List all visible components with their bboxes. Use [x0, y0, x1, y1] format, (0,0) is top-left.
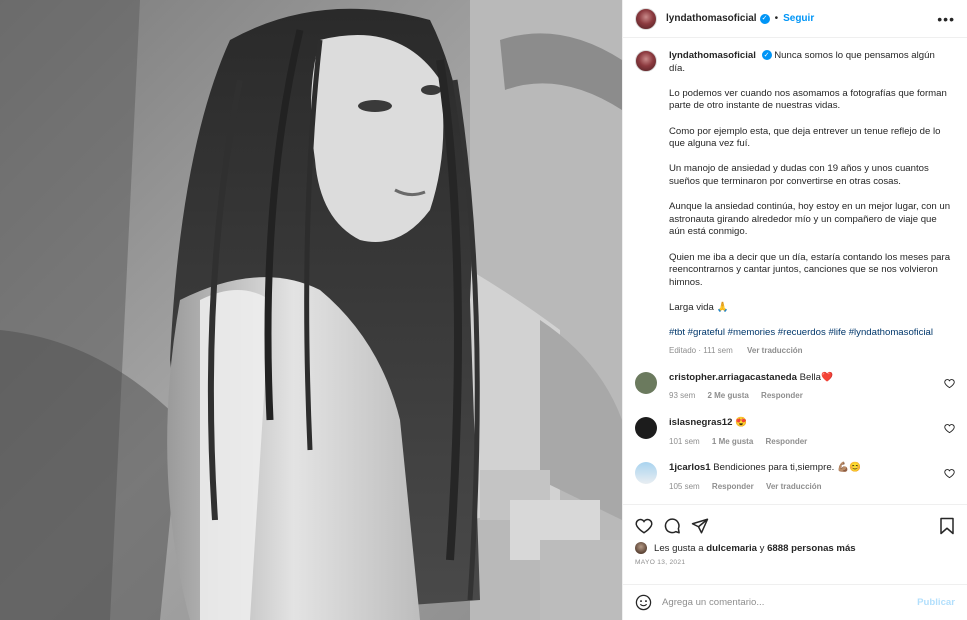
bookmark-icon[interactable] — [939, 517, 955, 535]
instagram-post-window: lyndathomasoficial ✓ • Seguir ••• lyndat… — [0, 0, 967, 620]
caption-paragraph: Como por ejemplo esta, que deja entrever… — [669, 125, 941, 150]
caption-meta: Editado · 111 sem Ver traducción — [669, 345, 951, 358]
post-date: MAYO 13, 2021 — [635, 559, 686, 566]
comment-likes[interactable]: 1 Me gusta — [712, 437, 753, 446]
comment-username[interactable]: 1jcarlos1 — [669, 462, 711, 473]
likes-count[interactable]: 6888 personas más — [767, 543, 856, 554]
comment-item: 1jcarlos1 Bendiciones para ti,siempre. 💪… — [635, 462, 955, 493]
likes-summary: Les gusta a dulcemaria y 6888 personas m… — [635, 542, 955, 554]
avatar[interactable] — [635, 7, 657, 30]
comment-likes[interactable]: 2 Me gusta — [707, 391, 748, 400]
comment-item: cristopher.arriagacastaneda Bella❤️ 93 s… — [635, 371, 955, 403]
verified-badge-icon: ✓ — [759, 13, 770, 24]
post-side-panel: lyndathomasoficial ✓ • Seguir ••• lyndat… — [622, 0, 967, 620]
comment-username[interactable]: islasnegras12 — [669, 417, 732, 428]
header-username[interactable]: lyndathomasoficial — [666, 13, 757, 24]
photo-illustration — [0, 0, 622, 620]
verified-badge-icon: ✓ — [761, 50, 772, 61]
caption-paragraph: Lo podemos ver cuando nos asomamos a fot… — [669, 87, 947, 112]
separator-dot: • — [774, 13, 779, 24]
heart-icon[interactable] — [635, 517, 653, 535]
publish-button[interactable]: Publicar — [917, 597, 955, 608]
comment-meta: 105 sem Responder Ver traducción — [669, 481, 939, 494]
comment-time: 105 sem — [669, 481, 700, 491]
comment-body: islasnegras12 😍 101 sem 1 Me gusta Respo… — [669, 417, 939, 448]
post-actions-section: Les gusta a dulcemaria y 6888 personas m… — [623, 504, 967, 584]
caption: lyndathomasoficial ✓ Nunca somos lo que … — [635, 50, 955, 358]
comment-meta: 101 sem 1 Me gusta Responder — [669, 436, 939, 449]
comment-time: 101 sem — [669, 436, 700, 446]
reply-button[interactable]: Responder — [712, 482, 754, 491]
comment-text: Bella❤️ — [799, 371, 833, 383]
liker-username[interactable]: dulcemaria — [706, 543, 757, 554]
comment-username[interactable]: cristopher.arriagacastaneda — [669, 372, 797, 383]
comment-avatar[interactable] — [635, 462, 657, 485]
share-icon[interactable] — [691, 517, 709, 535]
caption-body: lyndathomasoficial ✓ Nunca somos lo que … — [669, 50, 951, 358]
caption-paragraph: Aunque la ansiedad continúa, hoy estoy e… — [669, 201, 951, 238]
post-header: lyndathomasoficial ✓ • Seguir ••• — [623, 0, 967, 38]
liker-avatar[interactable] — [635, 542, 647, 554]
comments-scroll-area[interactable]: lyndathomasoficial ✓ Nunca somos lo que … — [623, 38, 967, 504]
comment-avatar[interactable] — [635, 371, 657, 394]
comment-like-heart-icon[interactable] — [944, 468, 955, 479]
caption-avatar[interactable] — [635, 50, 657, 72]
comment-item: islasnegras12 😍 101 sem 1 Me gusta Respo… — [635, 417, 955, 448]
caption-edited: Editado · 111 sem — [669, 346, 733, 356]
comment-time: 93 sem — [669, 391, 696, 401]
comment-like-heart-icon[interactable] — [944, 423, 955, 434]
follow-button[interactable]: Seguir — [783, 13, 814, 24]
comment-icon[interactable] — [663, 517, 681, 535]
more-horizontal-icon[interactable]: ••• — [937, 11, 955, 27]
comment-body: cristopher.arriagacastaneda Bella❤️ 93 s… — [669, 372, 939, 403]
action-bar — [635, 515, 955, 537]
emoji-icon[interactable] — [635, 594, 652, 611]
post-photo[interactable] — [0, 0, 622, 620]
caption-username[interactable]: lyndathomasoficial — [669, 50, 756, 61]
reply-button[interactable]: Responder — [761, 391, 803, 400]
caption-paragraph: Larga vida 🙏 — [669, 301, 729, 313]
comment-meta: 93 sem 2 Me gusta Responder — [669, 390, 939, 403]
caption-hashtags[interactable]: #tbt #grateful #memories #recuerdos #lif… — [669, 327, 951, 340]
add-comment-bar: Publicar — [623, 584, 967, 620]
see-translation-link[interactable]: Ver traducción — [766, 482, 822, 491]
comment-input[interactable] — [662, 597, 918, 608]
comment-avatar[interactable] — [635, 417, 657, 440]
comment-text: 😍 — [735, 417, 748, 429]
see-translation-link[interactable]: Ver traducción — [747, 346, 803, 355]
comment-text: Bendiciones para ti,siempre. 💪🏽😊 — [713, 462, 861, 474]
comment-body: 1jcarlos1 Bendiciones para ti,siempre. 💪… — [669, 462, 939, 493]
caption-paragraph: Quien me iba a decir que un día, estaría… — [669, 251, 951, 288]
comment-like-heart-icon[interactable] — [944, 378, 955, 389]
caption-paragraph: Un manojo de ansiedad y dudas con 19 año… — [669, 163, 929, 187]
likes-connector: y — [759, 542, 765, 554]
likes-prefix: Les gusta a — [654, 542, 704, 554]
reply-button[interactable]: Responder — [766, 437, 808, 446]
